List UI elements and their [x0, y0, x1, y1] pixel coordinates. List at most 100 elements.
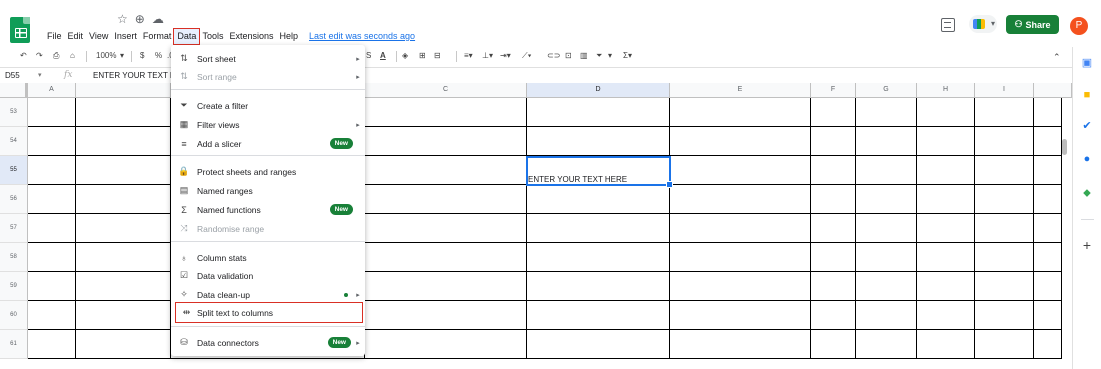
grid-cell[interactable]	[811, 330, 856, 359]
move-icon[interactable]: ⊕	[135, 12, 145, 26]
grid-cell[interactable]	[917, 214, 975, 243]
grid-cell[interactable]	[856, 214, 917, 243]
grid-cell[interactable]	[670, 127, 811, 156]
undo-icon[interactable]: ↶	[20, 50, 27, 62]
grid-cell[interactable]	[527, 185, 670, 214]
column-header-e[interactable]: E	[670, 83, 811, 98]
filter-icon[interactable]: ⏷	[596, 50, 602, 62]
grid-cell[interactable]	[917, 98, 975, 127]
menu-item-column-stats[interactable]: ♁ Column stats	[171, 248, 365, 267]
chart-icon[interactable]: ▥	[580, 50, 588, 62]
grid-cell[interactable]	[811, 243, 856, 272]
vertical-scrollbar[interactable]	[1062, 139, 1067, 155]
text-rotation-icon[interactable]: ⟋▾	[522, 50, 532, 62]
grid-cell[interactable]	[1034, 156, 1062, 185]
grid-cell[interactable]	[670, 272, 811, 301]
menu-item-data-validation[interactable]: ☑ Data validation	[171, 266, 365, 285]
row-header[interactable]: 58	[0, 243, 28, 272]
add-addon-icon[interactable]: +	[1081, 238, 1093, 252]
menu-item-data-connectors[interactable]: ⛁ Data connectors New ▸	[171, 333, 365, 352]
grid-cell[interactable]	[975, 301, 1034, 330]
grid-cell[interactable]	[28, 185, 76, 214]
column-header-next[interactable]	[1034, 83, 1072, 98]
chevron-down-icon[interactable]: ▾	[120, 50, 124, 62]
grid-cell[interactable]	[917, 127, 975, 156]
menu-file[interactable]: File	[44, 29, 65, 44]
calendar-icon[interactable]: ▣	[1081, 57, 1093, 69]
grid-cell[interactable]	[856, 243, 917, 272]
menu-item-named-ranges[interactable]: ▤ Named ranges	[171, 181, 365, 200]
comment-history-icon[interactable]	[941, 18, 955, 32]
grid-cell[interactable]	[1034, 127, 1062, 156]
grid-cell[interactable]	[1034, 98, 1062, 127]
row-header[interactable]: 53	[0, 98, 28, 127]
grid-cell[interactable]	[856, 98, 917, 127]
chevron-down-icon[interactable]: ▾	[608, 50, 612, 62]
grid-cell[interactable]	[917, 243, 975, 272]
column-header-f[interactable]: F	[811, 83, 856, 98]
name-box[interactable]: D55	[5, 68, 20, 83]
column-header-i[interactable]: I	[975, 83, 1034, 98]
grid-cell[interactable]	[975, 98, 1034, 127]
grid-cell[interactable]	[76, 272, 171, 301]
row-header[interactable]: 59	[0, 272, 28, 301]
grid-cell[interactable]	[975, 156, 1034, 185]
grid-cell[interactable]	[28, 330, 76, 359]
row-header[interactable]: 55	[0, 156, 28, 185]
grid-cell[interactable]	[917, 185, 975, 214]
grid-cell[interactable]	[527, 243, 670, 272]
grid-cell[interactable]	[28, 243, 76, 272]
comment-icon[interactable]: ⊡	[565, 50, 572, 62]
grid-cell[interactable]	[76, 98, 171, 127]
grid-cell[interactable]	[365, 243, 527, 272]
grid-cell[interactable]	[1034, 330, 1062, 359]
menu-edit[interactable]: Edit	[65, 29, 87, 44]
grid-cell[interactable]	[1034, 185, 1062, 214]
active-cell[interactable]: ENTER YOUR TEXT HERE	[527, 156, 670, 185]
avatar[interactable]: P	[1070, 17, 1088, 35]
share-button[interactable]: ⚇ Share	[1006, 15, 1059, 34]
grid-cell[interactable]	[975, 330, 1034, 359]
row-header[interactable]: 54	[0, 127, 28, 156]
menu-item-data-clean-up[interactable]: ✧ Data clean-up ▸	[171, 285, 365, 304]
grid-cell[interactable]	[811, 214, 856, 243]
column-header-b[interactable]	[76, 83, 171, 98]
grid-cell[interactable]	[365, 127, 527, 156]
grid-cell[interactable]	[917, 301, 975, 330]
row-header[interactable]: 56	[0, 185, 28, 214]
menu-format[interactable]: Format	[140, 29, 175, 44]
align-left-icon[interactable]: ≡▾	[464, 50, 473, 62]
grid-cell[interactable]	[811, 301, 856, 330]
grid-cell[interactable]	[811, 127, 856, 156]
grid-cell[interactable]	[28, 156, 76, 185]
star-icon[interactable]: ☆	[117, 12, 128, 26]
last-edit-link[interactable]: Last edit was seconds ago	[309, 29, 415, 44]
column-header-a[interactable]: A	[28, 83, 76, 98]
grid-cell[interactable]	[76, 301, 171, 330]
grid-cell[interactable]	[1034, 214, 1062, 243]
formula-input[interactable]: ENTER YOUR TEXT HERE	[93, 68, 173, 83]
grid-cell[interactable]	[856, 127, 917, 156]
menu-item-protect-sheets-and-ranges[interactable]: 🔒 Protect sheets and ranges	[171, 162, 365, 181]
grid-cell[interactable]	[76, 243, 171, 272]
menu-item-named-functions[interactable]: Σ Named functions New	[171, 200, 365, 219]
grid-cell[interactable]	[811, 272, 856, 301]
fill-color-icon[interactable]: ◈	[402, 50, 408, 62]
menu-item-split-text-to-columns[interactable]: ⇹ Split text to columns	[175, 302, 363, 323]
print-icon[interactable]: ⎙	[53, 50, 59, 62]
menu-help[interactable]: Help	[276, 29, 301, 44]
grid-cell[interactable]	[856, 272, 917, 301]
grid-cell[interactable]	[975, 243, 1034, 272]
grid-cell[interactable]	[670, 156, 811, 185]
borders-icon[interactable]: ⊞	[419, 50, 426, 62]
meet-button[interactable]: ▾	[969, 15, 997, 33]
text-color-button[interactable]: A	[380, 50, 386, 62]
chevron-down-icon[interactable]: ▾	[38, 68, 42, 83]
grid-cell[interactable]	[365, 98, 527, 127]
column-header-d[interactable]: D	[527, 83, 670, 98]
maps-icon[interactable]: ⬥	[1081, 187, 1093, 199]
grid-cell[interactable]	[365, 301, 527, 330]
grid-cell[interactable]	[527, 330, 670, 359]
row-header[interactable]: 61	[0, 330, 28, 359]
percent-button[interactable]: %	[155, 50, 162, 62]
